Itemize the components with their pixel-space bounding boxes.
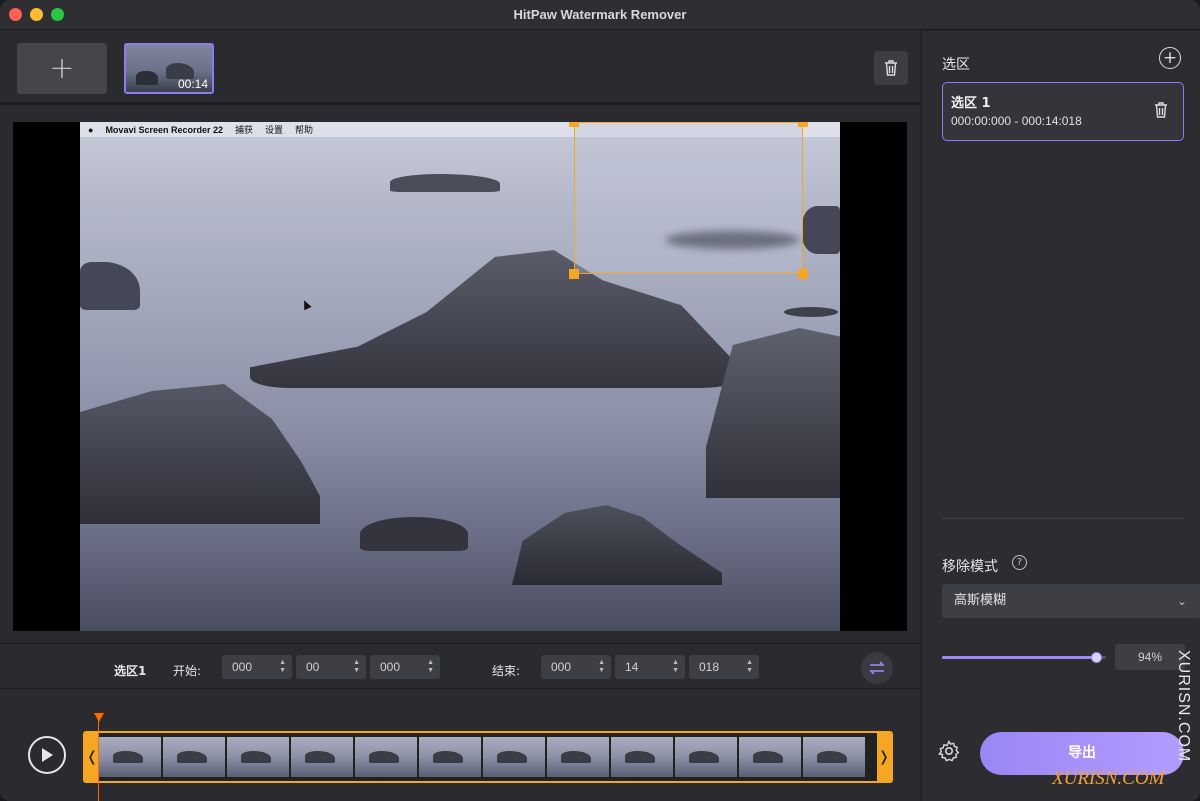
blurred-watermark	[665, 231, 800, 249]
timeline-start-grip[interactable]: ❬	[85, 733, 99, 781]
end-minutes-field[interactable]: 14 ▲ ▼	[615, 655, 685, 679]
sea-rock	[802, 206, 840, 254]
delete-region-button[interactable]	[1153, 101, 1169, 123]
timeline-frame	[611, 737, 674, 777]
app-window: HitPaw Watermark Remover + 00:14 ● Movav…	[0, 0, 1200, 801]
recorded-menu-item: 帮助	[295, 125, 314, 135]
start-ms-value: 000	[380, 660, 401, 674]
sea-rock	[512, 505, 722, 585]
recorded-app-name: Movavi Screen Recorder 22	[105, 124, 223, 135]
watermark-selection-box[interactable]	[569, 122, 808, 279]
watermark-text-bottom: XURISN.COM	[1052, 768, 1165, 789]
resize-handle-bottom-left[interactable]	[569, 269, 579, 279]
end-ms-field[interactable]: 018 ▲ ▼	[689, 655, 759, 679]
trash-icon	[885, 60, 897, 76]
stepper-arrows-icon[interactable]: ▲ ▼	[427, 659, 434, 675]
end-minutes-value: 14	[625, 660, 639, 674]
start-minutes-field[interactable]: 00 ▲ ▼	[296, 655, 366, 679]
sea-rock	[80, 384, 320, 524]
sea-rock	[784, 307, 838, 317]
apple-icon: ●	[88, 124, 94, 135]
mouse-cursor-icon	[300, 298, 312, 311]
playhead[interactable]	[98, 719, 99, 801]
region-label: 选区1	[114, 664, 147, 678]
stepper-arrows-icon[interactable]: ▲ ▼	[746, 659, 753, 675]
delete-media-button[interactable]	[874, 51, 908, 85]
settings-button[interactable]	[937, 739, 961, 767]
timeline-frame	[99, 737, 162, 777]
timeline-frame	[675, 737, 738, 777]
thumbnail-rock	[136, 71, 158, 85]
start-hours-field[interactable]: 000 ▲ ▼	[222, 655, 292, 679]
resize-handle-top-right[interactable]	[798, 122, 808, 127]
stepper-arrows-icon[interactable]: ▲ ▼	[279, 659, 286, 675]
region-time-range: 000:00:000 - 000:14:018	[951, 114, 1082, 128]
media-thumbnail[interactable]: 00:14	[124, 43, 214, 94]
start-hours-value: 000	[232, 660, 253, 674]
start-label: 开始:	[173, 664, 202, 678]
swap-range-button[interactable]	[861, 652, 893, 684]
help-icon[interactable]: ?	[1012, 555, 1027, 570]
video-preview[interactable]: ● Movavi Screen Recorder 22 捕获 设置 帮助	[13, 122, 907, 631]
remove-mode-value: 高斯模糊	[954, 593, 1007, 608]
timeline-frame	[483, 737, 546, 777]
timeline-frame	[547, 737, 610, 777]
sea-rock	[390, 174, 500, 192]
sea-rock	[360, 517, 468, 551]
timeline-frame	[291, 737, 354, 777]
add-media-button[interactable]: +	[17, 43, 107, 94]
stepper-arrows-icon[interactable]: ▲ ▼	[598, 659, 605, 675]
timeline-frame	[739, 737, 802, 777]
end-hours-value: 000	[551, 660, 572, 674]
stepper-arrows-icon[interactable]: ▲ ▼	[672, 659, 679, 675]
plus-icon: +	[1162, 47, 1178, 68]
timeline-frame	[803, 737, 866, 777]
end-hours-field[interactable]: 000 ▲ ▼	[541, 655, 611, 679]
divider	[942, 518, 1184, 519]
remove-mode-title: 移除模式	[942, 559, 998, 575]
timeline-frame	[419, 737, 482, 777]
watermark-text-vertical: XURISN.COM	[1175, 650, 1192, 763]
trash-icon	[1155, 102, 1167, 118]
media-strip: + 00:14	[0, 31, 920, 105]
strength-slider[interactable]	[942, 652, 1106, 663]
resize-handle-bottom-right[interactable]	[798, 269, 808, 279]
resize-handle-top-left[interactable]	[569, 122, 579, 127]
thumbnail-duration: 00:14	[177, 77, 208, 91]
window-title: HitPaw Watermark Remover	[513, 7, 687, 22]
strength-slider-knob[interactable]	[1091, 652, 1103, 663]
timeline-frame	[355, 737, 418, 777]
strength-slider-fill	[942, 656, 1097, 659]
timeline-frame	[227, 737, 290, 777]
gear-icon	[937, 740, 960, 762]
title-bar: HitPaw Watermark Remover	[0, 0, 1200, 30]
recorded-menu-item: 设置	[265, 125, 284, 135]
timeline-end-grip[interactable]: ❭	[877, 733, 891, 781]
settings-sidebar: 选区 + 选区 1 000:00:000 - 000:14:018 移除模式 ?…	[921, 31, 1200, 801]
end-ms-value: 018	[699, 660, 720, 674]
chevron-down-icon: ⌄	[1176, 594, 1187, 608]
end-label: 结束:	[492, 664, 521, 678]
recorded-menu-item: 捕获	[235, 125, 254, 135]
play-icon	[42, 748, 53, 762]
regions-title: 选区	[942, 57, 970, 73]
start-minutes-value: 00	[306, 660, 320, 674]
timeline-frame	[163, 737, 226, 777]
video-frame: ● Movavi Screen Recorder 22 捕获 设置 帮助	[80, 122, 840, 631]
add-region-button[interactable]: +	[1159, 47, 1181, 69]
region-card[interactable]: 选区 1 000:00:000 - 000:14:018	[942, 82, 1184, 141]
sea-rock	[80, 262, 140, 310]
start-ms-field[interactable]: 000 ▲ ▼	[370, 655, 440, 679]
editor-pane: + 00:14 ● Movavi Screen Recorder 22 捕获 设…	[0, 31, 920, 801]
remove-mode-select[interactable]: 高斯模糊 ⌄	[942, 584, 1200, 618]
play-button[interactable]	[28, 736, 66, 774]
timeline-strip[interactable]: ❬ ❭	[83, 731, 893, 783]
time-range-bar: 选区1 开始: 000 ▲ ▼ 00 ▲ ▼ 000 ▲ ▼ 结束: 000 ▲ ▼ 1…	[0, 643, 920, 689]
stepper-arrows-icon[interactable]: ▲ ▼	[353, 659, 360, 675]
swap-icon	[869, 661, 885, 675]
playhead-marker-icon[interactable]	[94, 713, 104, 722]
region-name: 选区 1	[951, 96, 991, 111]
